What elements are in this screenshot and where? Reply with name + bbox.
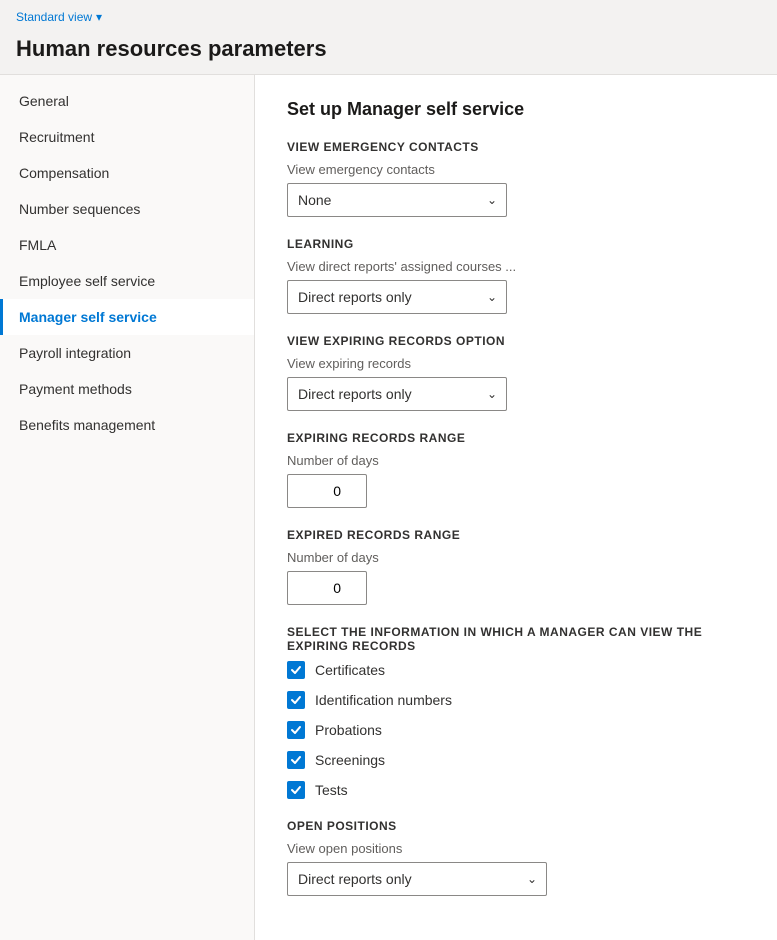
view-expiring-records-select[interactable]: None Direct reports only All reports <box>287 377 507 411</box>
expiring-records-range-input[interactable] <box>287 474 367 508</box>
checkbox-certificates[interactable] <box>287 661 305 679</box>
standard-view-button[interactable]: Standard view ▾ <box>16 10 761 24</box>
open-positions-select[interactable]: None Direct reports only All reports <box>287 862 547 896</box>
checkmark-icon <box>290 784 302 796</box>
section-title: Set up Manager self service <box>287 99 745 120</box>
expired-records-range-input[interactable] <box>287 571 367 605</box>
sidebar-item-compensation[interactable]: Compensation <box>0 155 254 191</box>
expiring-records-range-group: EXPIRING RECORDS RANGE Number of days <box>287 431 745 508</box>
sidebar-item-label: Payroll integration <box>19 345 131 361</box>
open-positions-upper-label: OPEN POSITIONS <box>287 819 745 833</box>
checkbox-screenings[interactable] <box>287 751 305 769</box>
checkbox-identification-numbers-label: Identification numbers <box>315 692 452 708</box>
learning-label: View direct reports' assigned courses ..… <box>287 259 745 274</box>
sidebar-item-general[interactable]: General <box>0 83 254 119</box>
checkbox-item-probations[interactable]: Probations <box>287 721 745 739</box>
view-emergency-contacts-select[interactable]: None Direct reports only All reports <box>287 183 507 217</box>
sidebar-item-label: Payment methods <box>19 381 132 397</box>
standard-view-label: Standard view <box>16 10 92 24</box>
sidebar-item-label: General <box>19 93 69 109</box>
sidebar-item-label: Employee self service <box>19 273 155 289</box>
content-area: Set up Manager self service VIEW EMERGEN… <box>255 75 777 940</box>
sidebar-item-label: Manager self service <box>19 309 157 325</box>
checkbox-item-tests[interactable]: Tests <box>287 781 745 799</box>
sidebar-item-payment-methods[interactable]: Payment methods <box>0 371 254 407</box>
checkbox-probations[interactable] <box>287 721 305 739</box>
checkbox-tests-label: Tests <box>315 782 348 798</box>
sidebar-item-employee-self-service[interactable]: Employee self service <box>0 263 254 299</box>
sidebar-item-number-sequences[interactable]: Number sequences <box>0 191 254 227</box>
checkbox-screenings-label: Screenings <box>315 752 385 768</box>
checkbox-identification-numbers[interactable] <box>287 691 305 709</box>
view-emergency-contacts-select-wrapper: None Direct reports only All reports ⌄ <box>287 183 507 217</box>
open-positions-select-wrapper: None Direct reports only All reports ⌄ <box>287 862 547 896</box>
sidebar-item-label: Benefits management <box>19 417 155 433</box>
sidebar-item-label: Number sequences <box>19 201 140 217</box>
checkbox-probations-label: Probations <box>315 722 382 738</box>
standard-view-chevron: ▾ <box>96 10 102 24</box>
checkmark-icon <box>290 694 302 706</box>
main-layout: General Recruitment Compensation Number … <box>0 75 777 940</box>
checkmark-icon <box>290 664 302 676</box>
view-emergency-contacts-upper-label: VIEW EMERGENCY CONTACTS <box>287 140 745 154</box>
checkbox-item-certificates[interactable]: Certificates <box>287 661 745 679</box>
sidebar-item-recruitment[interactable]: Recruitment <box>0 119 254 155</box>
sidebar-item-manager-self-service[interactable]: Manager self service <box>0 299 254 335</box>
view-expiring-records-select-wrapper: None Direct reports only All reports ⌄ <box>287 377 507 411</box>
view-emergency-contacts-label: View emergency contacts <box>287 162 745 177</box>
sidebar-item-fmla[interactable]: FMLA <box>0 227 254 263</box>
checkbox-group: Certificates Identification numbers <box>287 661 745 799</box>
sidebar-item-label: Recruitment <box>19 129 94 145</box>
view-expiring-records-upper-label: VIEW EXPIRING RECORDS OPTION <box>287 334 745 348</box>
open-positions-group: OPEN POSITIONS View open positions None … <box>287 819 745 896</box>
learning-select[interactable]: None Direct reports only All reports <box>287 280 507 314</box>
expiring-records-range-label: Number of days <box>287 453 745 468</box>
view-emergency-contacts-group: VIEW EMERGENCY CONTACTS View emergency c… <box>287 140 745 217</box>
expired-records-range-group: EXPIRED RECORDS RANGE Number of days <box>287 528 745 605</box>
checkmark-icon <box>290 754 302 766</box>
expired-records-range-label: Number of days <box>287 550 745 565</box>
checkbox-certificates-label: Certificates <box>315 662 385 678</box>
sidebar-item-payroll-integration[interactable]: Payroll integration <box>0 335 254 371</box>
sidebar-item-label: Compensation <box>19 165 109 181</box>
learning-select-wrapper: None Direct reports only All reports ⌄ <box>287 280 507 314</box>
checkbox-item-screenings[interactable]: Screenings <box>287 751 745 769</box>
learning-group: LEARNING View direct reports' assigned c… <box>287 237 745 314</box>
view-expiring-records-label: View expiring records <box>287 356 745 371</box>
open-positions-label: View open positions <box>287 841 745 856</box>
sidebar-item-label: FMLA <box>19 237 56 253</box>
page-title: Human resources parameters <box>16 28 761 70</box>
checkbox-tests[interactable] <box>287 781 305 799</box>
expired-records-range-upper-label: EXPIRED RECORDS RANGE <box>287 528 745 542</box>
select-info-group: SELECT THE INFORMATION IN WHICH A MANAGE… <box>287 625 745 799</box>
select-info-upper-label: SELECT THE INFORMATION IN WHICH A MANAGE… <box>287 625 745 653</box>
expiring-records-range-upper-label: EXPIRING RECORDS RANGE <box>287 431 745 445</box>
sidebar-item-benefits-management[interactable]: Benefits management <box>0 407 254 443</box>
learning-upper-label: LEARNING <box>287 237 745 251</box>
top-bar: Standard view ▾ Human resources paramete… <box>0 0 777 75</box>
checkbox-item-identification-numbers[interactable]: Identification numbers <box>287 691 745 709</box>
checkmark-icon <box>290 724 302 736</box>
view-expiring-records-group: VIEW EXPIRING RECORDS OPTION View expiri… <box>287 334 745 411</box>
sidebar: General Recruitment Compensation Number … <box>0 75 255 940</box>
